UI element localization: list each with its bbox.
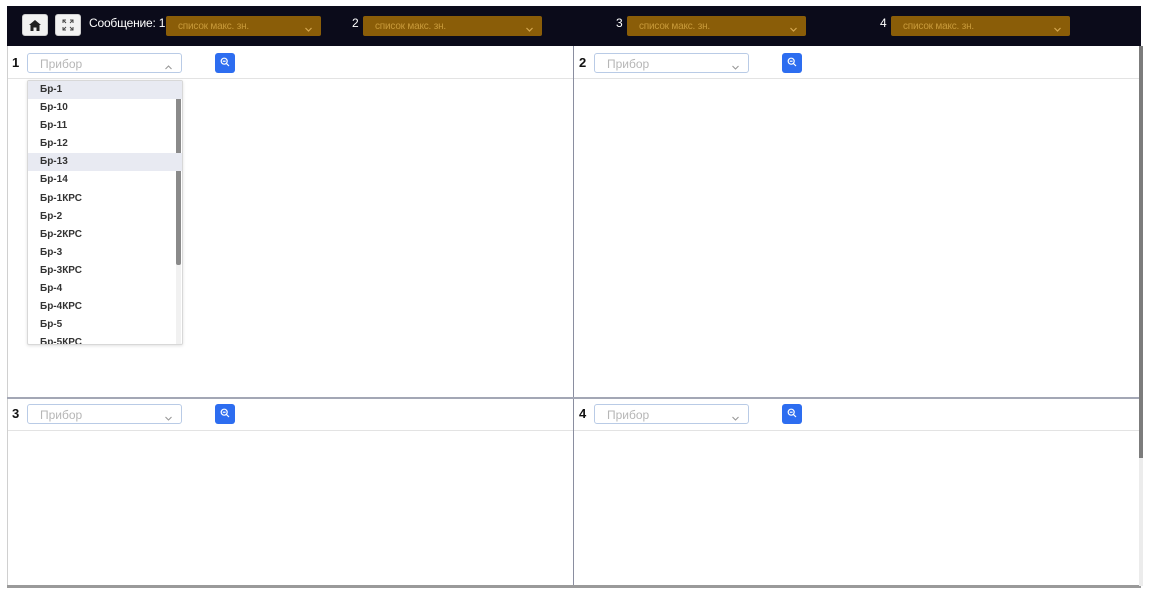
dropdown-item[interactable]: Бр-4 bbox=[28, 280, 182, 298]
panel-number-1: 1 bbox=[12, 55, 20, 70]
dropdown-item[interactable]: Бр-14 bbox=[28, 171, 182, 189]
chevron-down-icon bbox=[164, 410, 173, 428]
device-placeholder: Прибор bbox=[607, 57, 650, 71]
chevron-down-icon bbox=[1053, 21, 1062, 39]
dropdown-item[interactable]: Бр-3КРС bbox=[28, 262, 182, 280]
right-scrollbar-thumb[interactable] bbox=[1139, 46, 1143, 458]
select-placeholder: список макс. зн. bbox=[903, 20, 974, 32]
zoom-icon bbox=[220, 405, 230, 423]
panel-divider-vertical bbox=[573, 46, 574, 586]
chevron-down-icon bbox=[304, 21, 313, 39]
device-select-4[interactable]: Прибор bbox=[594, 404, 749, 424]
app-root: Сообщение: 1 список макс. зн. 2 список м… bbox=[0, 0, 1149, 589]
home-icon bbox=[29, 19, 41, 31]
max-values-select-4[interactable]: список макс. зн. bbox=[891, 16, 1070, 36]
dropdown-item[interactable]: Бр-5 bbox=[28, 316, 182, 334]
chevron-up-icon bbox=[164, 59, 173, 77]
max-values-select-3[interactable]: список макс. зн. bbox=[627, 16, 806, 36]
device-select-1[interactable]: Прибор bbox=[27, 53, 182, 73]
chevron-down-icon bbox=[731, 410, 740, 428]
dropdown-item[interactable]: Бр-12 bbox=[28, 135, 182, 153]
device-placeholder: Прибор bbox=[40, 57, 83, 71]
panel-number-2: 2 bbox=[579, 55, 587, 70]
dropdown-item[interactable]: Бр-3 bbox=[28, 244, 182, 262]
device-placeholder: Прибор bbox=[607, 408, 650, 422]
select-placeholder: список макс. зн. bbox=[375, 20, 446, 32]
dropdown-item[interactable]: Бр-1КРС bbox=[28, 190, 182, 208]
panel-header-divider bbox=[8, 430, 573, 431]
panel-header-divider bbox=[8, 78, 573, 79]
device-select-3[interactable]: Прибор bbox=[27, 404, 182, 424]
zoom-button-2[interactable] bbox=[782, 53, 802, 73]
zoom-icon bbox=[787, 405, 797, 423]
zoom-icon bbox=[787, 54, 797, 72]
dropdown-item[interactable]: Бр-2 bbox=[28, 208, 182, 226]
select-number-4: 4 bbox=[880, 16, 887, 30]
panel-number-3: 3 bbox=[12, 406, 20, 421]
chevron-down-icon bbox=[731, 59, 740, 77]
device-placeholder: Прибор bbox=[40, 408, 83, 422]
zoom-button-4[interactable] bbox=[782, 404, 802, 424]
zoom-button-3[interactable] bbox=[215, 404, 235, 424]
dropdown-item[interactable]: Бр-13 bbox=[28, 153, 182, 172]
zoom-button-1[interactable] bbox=[215, 53, 235, 73]
home-button[interactable] bbox=[22, 14, 48, 36]
select-number-3: 3 bbox=[616, 16, 623, 30]
panel-border-left bbox=[7, 46, 8, 586]
message-label: Сообщение: 1 bbox=[89, 16, 166, 30]
max-values-select-1[interactable]: список макс. зн. bbox=[166, 16, 321, 36]
dropdown-item[interactable]: Бр-5КРС bbox=[28, 334, 182, 344]
panel-header-divider bbox=[574, 430, 1139, 431]
top-toolbar: Сообщение: 1 список макс. зн. 2 список м… bbox=[7, 6, 1141, 46]
panel-number-4: 4 bbox=[579, 406, 587, 421]
device-select-2[interactable]: Прибор bbox=[594, 53, 749, 73]
dropdown-item[interactable]: Бр-10 bbox=[28, 99, 182, 117]
dropdown-item[interactable]: Бр-2КРС bbox=[28, 226, 182, 244]
chevron-down-icon bbox=[525, 21, 534, 39]
select-placeholder: список макс. зн. bbox=[178, 20, 249, 32]
select-placeholder: список макс. зн. bbox=[639, 20, 710, 32]
chevron-down-icon bbox=[789, 21, 798, 39]
fullscreen-icon bbox=[62, 19, 74, 31]
fullscreen-button[interactable] bbox=[55, 14, 81, 36]
zoom-icon bbox=[220, 54, 230, 72]
dropdown-item[interactable]: Бр-4КРС bbox=[28, 298, 182, 316]
panel-header-divider bbox=[574, 78, 1139, 79]
device-dropdown-list[interactable]: Бр-1 Бр-10 Бр-11 Бр-12 Бр-13 Бр-14 Бр-1К… bbox=[27, 80, 183, 345]
panel-divider-horizontal bbox=[7, 397, 1141, 399]
dropdown-item[interactable]: Бр-1 bbox=[28, 81, 182, 100]
bottom-scrollbar[interactable] bbox=[7, 585, 1141, 588]
right-scrollbar-track[interactable] bbox=[1139, 458, 1143, 586]
dropdown-item[interactable]: Бр-11 bbox=[28, 117, 182, 135]
select-number-2: 2 bbox=[352, 16, 359, 30]
max-values-select-2[interactable]: список макс. зн. bbox=[363, 16, 542, 36]
